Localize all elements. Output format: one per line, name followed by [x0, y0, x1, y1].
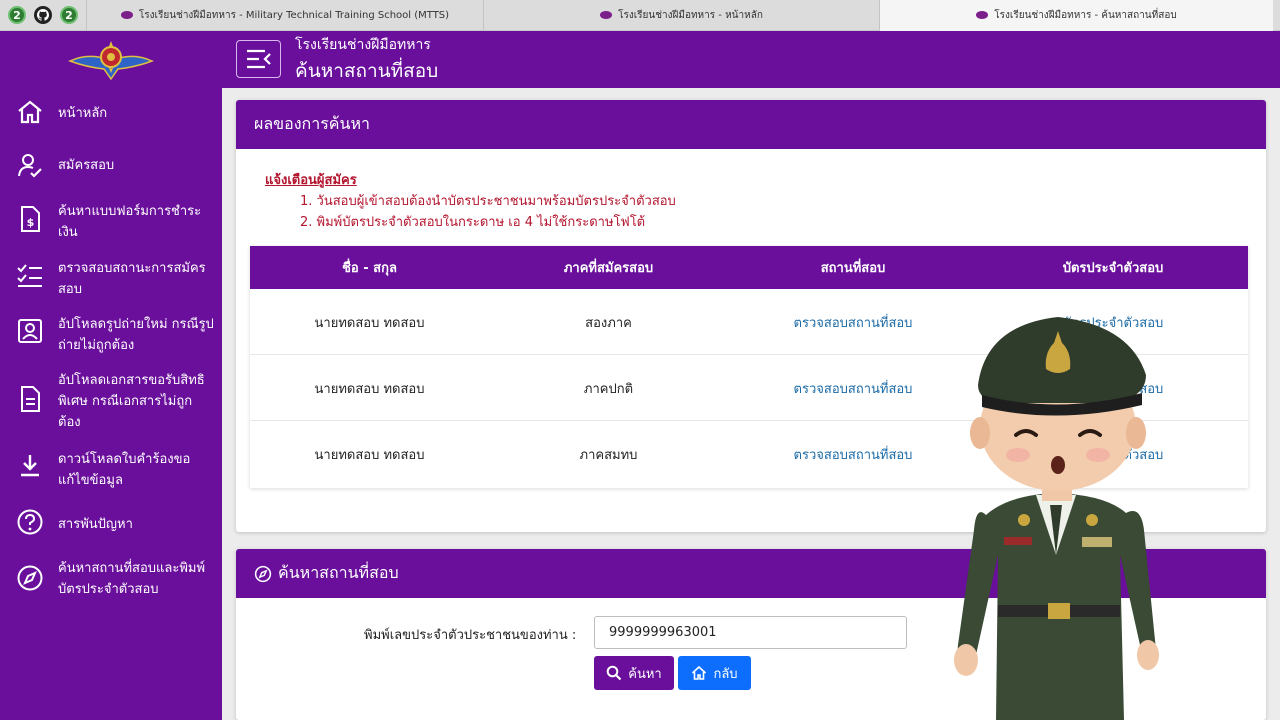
back-button-label: กลับ	[713, 666, 738, 682]
search-icon	[606, 665, 622, 681]
school-name: โรงเรียนช่างฝีมือทหาร	[295, 37, 431, 53]
results-card-header: ผลของการค้นหา	[236, 100, 1266, 149]
invoice-icon: $	[21, 206, 40, 232]
search-title: ค้นหาสถานที่สอบ	[278, 563, 399, 582]
notice-title: แจ้งเตือนผู้สมัคร	[265, 173, 357, 188]
back-button[interactable]: กลับ	[678, 656, 751, 690]
sidebar-item-label: สารพันปัญหา	[58, 517, 133, 532]
sidebar-item-label: หน้าหลัก	[58, 106, 108, 121]
menu-collapse-icon	[246, 49, 271, 69]
browser-tab[interactable]: โรงเรียนช่างฝีมือทหาร - Military Technic…	[86, 0, 483, 31]
column-header-card: บัตรประจำตัวสอบ	[1062, 261, 1164, 276]
cell-name: นายทดสอบ ทดสอบ	[314, 381, 425, 397]
sidebar-item-label: ค้นหาสถานที่สอบและพิมพ์บัตรประจำตัวสอบ	[58, 561, 206, 597]
svg-text:$: $	[27, 216, 35, 229]
browser-tab-active[interactable]: โรงเรียนช่างฝีมือทหาร - ค้นหาสถานที่สอบ	[879, 0, 1273, 31]
sidebar-item-label: ค้นหาแบบฟอร์มการชำระเงิน	[58, 204, 202, 240]
extension-badge-icon[interactable]: 2	[60, 6, 78, 24]
sidebar-item-label: สมัครสอบ	[58, 158, 115, 173]
site-favicon-icon	[120, 11, 133, 19]
download-icon	[21, 455, 39, 477]
sidebar-toggle-button[interactable]	[236, 40, 281, 78]
cell-section: สองภาค	[585, 315, 632, 331]
id-card-icon	[18, 319, 42, 343]
sidebar: หน้าหลัก สมัครสอบ $ ค้นหาแบบฟอร์มการชำระ…	[0, 31, 222, 720]
column-header-location: สถานที่สอบ	[820, 261, 886, 276]
sidebar-item-label: ตรวจสอบสถานะการสมัครสอบ	[58, 261, 206, 297]
cell-section: ภาคสมทบ	[579, 447, 638, 463]
results-title: ผลของการค้นหา	[254, 114, 370, 133]
tab-title: โรงเรียนช่างฝีมือทหาร - Military Technic…	[138, 9, 450, 21]
column-header-section: ภาคที่สมัครสอบ	[563, 261, 654, 276]
home-icon	[18, 100, 42, 124]
site-favicon-icon	[976, 11, 989, 19]
school-logo	[66, 35, 156, 85]
help-icon	[17, 509, 43, 535]
extension-badge-icon[interactable]: 2	[8, 6, 26, 24]
user-check-icon	[18, 154, 42, 178]
notice-line: 2. พิมพ์บัตรประจำตัวสอบในกระดาษ เอ 4 ไม่…	[300, 215, 646, 230]
check-location-link[interactable]: ตรวจสอบสถานที่สอบ	[728, 421, 978, 487]
notice-line: 1. วันสอบผู้เข้าสอบต้องนำบัตรประชาชนมาพร…	[300, 194, 676, 209]
search-button-label: ค้นหา	[628, 666, 662, 682]
extension-badge-count: 2	[13, 8, 21, 22]
id-number-input[interactable]	[594, 616, 907, 649]
site-favicon-icon	[600, 11, 613, 19]
browser-tab-bar: 2 2 โรงเรียนช่างฝีมือทหาร - Military Tec…	[0, 0, 1280, 31]
check-location-link[interactable]: ตรวจสอบสถานที่สอบ	[728, 289, 978, 355]
tab-title: โรงเรียนช่างฝีมือทหาร - ค้นหาสถานที่สอบ	[994, 9, 1177, 21]
check-location-link[interactable]: ตรวจสอบสถานที่สอบ	[728, 355, 978, 421]
cell-section: ภาคปกติ	[583, 381, 634, 397]
column-header-name: ชื่อ - สกุล	[342, 261, 397, 276]
page-title: ค้นหาสถานที่สอบ	[295, 60, 439, 82]
home-icon	[692, 665, 707, 680]
top-header: โรงเรียนช่างฝีมือทหาร ค้นหาสถานที่สอบ	[222, 31, 1280, 88]
sidebar-item-label: อัปโหลดเอกสารขอรับสิทธิพิเศษ กรณีเอกสารไ…	[58, 373, 205, 430]
extension-badge-count: 2	[65, 8, 73, 22]
cell-name: นายทดสอบ ทดสอบ	[314, 447, 425, 463]
table-header: ชื่อ - สกุล ภาคที่สมัครสอบ สถานที่สอบ บั…	[250, 246, 1248, 289]
sidebar-item-label: ดาวน์โหลดใบคำร้องขอแก้ไขข้อมูล	[58, 452, 191, 488]
github-icon[interactable]	[34, 6, 52, 24]
document-icon	[21, 386, 40, 412]
cell-name: นายทดสอบ ทดสอบ	[314, 315, 425, 331]
browser-tab[interactable]: โรงเรียนช่างฝีมือทหาร - หน้าหลัก	[483, 0, 879, 31]
id-number-label: พิมพ์เลขประจำตัวประชาชนของท่าน :	[364, 628, 577, 643]
compass-icon	[17, 565, 43, 591]
tab-title: โรงเรียนช่างฝีมือทหาร - หน้าหลัก	[618, 9, 763, 21]
search-button[interactable]: ค้นหา	[594, 656, 674, 690]
sidebar-item-label: อัปโหลดรูปถ่ายใหม่ กรณีรูปถ่ายไม่ถูกต้อง	[58, 317, 214, 353]
checklist-icon	[17, 264, 42, 287]
soldier-avatar	[954, 317, 1159, 720]
compass-icon	[254, 565, 272, 582]
